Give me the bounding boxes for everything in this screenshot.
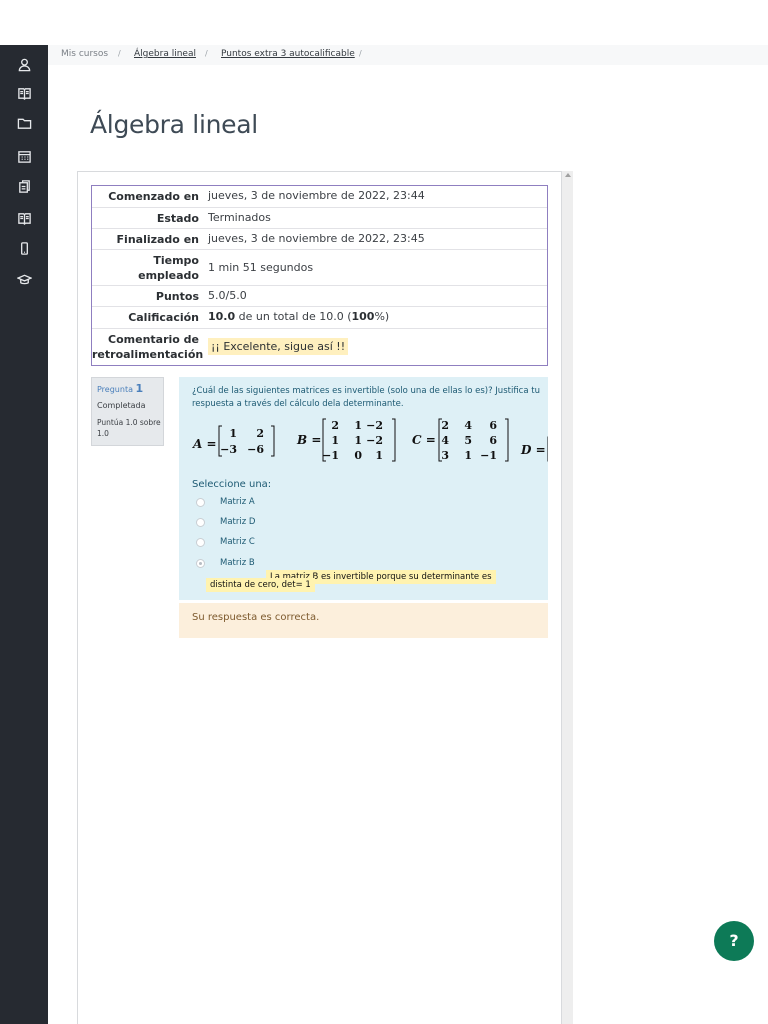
matrix-entry: 1 — [229, 427, 237, 440]
summary-value: jueves, 3 de noviembre de 2022, 23:45 — [208, 232, 425, 245]
matrix-entry: 4 — [441, 434, 449, 447]
matrix-entry: 2 — [256, 427, 264, 440]
option-label[interactable]: Matriz C — [220, 537, 255, 547]
matrix-entry: 1 — [375, 449, 383, 462]
matrix-entry: 1 — [331, 434, 339, 447]
summary-row-started: Comenzado en jueves, 3 de noviembre de 2… — [92, 186, 547, 208]
breadcrumb-item-mis-cursos[interactable]: Mis cursos — [61, 49, 108, 59]
top-navbar — [0, 0, 768, 45]
matrix-entry: 1 — [354, 419, 362, 432]
matrix-a-label: A = — [192, 437, 217, 451]
question-feedback: Su respuesta es correcta. — [179, 603, 548, 638]
summary-value: 1 min 51 segundos — [208, 261, 314, 274]
book-icon[interactable] — [12, 82, 36, 104]
matrix-entry: 1 — [464, 449, 472, 462]
option-label[interactable]: Matriz A — [220, 497, 255, 507]
summary-label: Calificación — [128, 311, 199, 324]
option-feedback-line: distinta de cero, det= 1 — [206, 578, 315, 592]
matrix-entry: −2 — [366, 434, 383, 447]
summary-label: Tiempo empleado — [138, 254, 199, 282]
summary-value: 5.0/5.0 — [208, 289, 247, 302]
breadcrumb-item-quiz[interactable]: Puntos extra 3 autocalificable — [221, 49, 355, 59]
summary-label: Comenzado en — [108, 190, 199, 203]
user-icon[interactable] — [12, 53, 36, 75]
matrix-entry: 4 — [464, 419, 472, 432]
matrix-c-label: C = — [412, 433, 436, 447]
grade-percent: 100 — [351, 310, 375, 323]
summary-row-grade: Calificación 10.0 de un total de 10.0 (1… — [92, 307, 547, 329]
question-score: Puntúa 1.0 sobre 1.0 — [97, 418, 161, 438]
summary-row-time: Tiempo empleado 1 min 51 segundos — [92, 250, 547, 286]
feedback-badge: ¡¡ Excelente, sigue así !! — [208, 338, 349, 355]
grade-text: de un total de 10.0 ( — [235, 310, 352, 323]
grade-value: 10.0 — [208, 310, 236, 323]
summary-row-points: Puntos 5.0/5.0 — [92, 286, 547, 307]
matrix-entry: −1 — [480, 449, 497, 462]
matrix-entry: 1 — [354, 434, 362, 447]
option-feedback-2: distinta de cero, det= 1 — [206, 572, 315, 592]
matrix-entry: −2 — [366, 419, 383, 432]
folder-icon[interactable] — [12, 112, 36, 134]
option-label[interactable]: Matriz B — [220, 558, 255, 568]
files-icon[interactable] — [12, 175, 36, 197]
grade-text: %) — [374, 310, 390, 323]
question-label: Pregunta — [97, 385, 133, 394]
matrices-figure: A = 1 2−3 −6 B = 2 1 −21 1 −2−1 0 1 C = 2 4 64 5 63 1… — [192, 418, 548, 462]
breadcrumb-separator: / — [118, 49, 121, 58]
matrix-entry: 6 — [489, 419, 497, 432]
question-state: Completada — [97, 401, 146, 410]
radio-button-checked[interactable] — [196, 559, 205, 568]
matrix-entry: 6 — [489, 434, 497, 447]
answer-prompt: Seleccione una: — [192, 479, 272, 490]
scrollbar[interactable] — [562, 171, 573, 1024]
matrix-entry: −3 — [220, 443, 237, 456]
scroll-up-arrow-icon[interactable] — [565, 173, 571, 177]
help-button[interactable]: ? — [714, 921, 754, 961]
feedback-text: Su respuesta es correcta. — [192, 612, 320, 623]
matrix-entry: 2 — [441, 419, 449, 432]
summary-value: ¡¡ Excelente, sigue así !! — [208, 338, 349, 355]
summary-row-feedback: Comentario de retroalimentación ¡¡ Excel… — [92, 329, 547, 365]
question-number-value: 1 — [135, 382, 144, 395]
summary-row-finished: Finalizado en jueves, 3 de noviembre de … — [92, 229, 547, 250]
breadcrumb-separator: / — [359, 49, 362, 58]
summary-value: Terminados — [208, 211, 271, 224]
sidebar — [0, 45, 48, 1024]
matrix-b-label: B = — [296, 433, 321, 447]
option-matriz-c[interactable]: Matriz C — [196, 536, 536, 550]
matrix-entry: −1 — [322, 449, 339, 462]
summary-label: Puntos — [155, 290, 199, 303]
summary-value: jueves, 3 de noviembre de 2022, 23:44 — [208, 189, 425, 202]
matrix-entry: 0 — [354, 449, 362, 462]
matrix-entry: 5 — [464, 434, 472, 447]
radio-button[interactable] — [196, 538, 205, 547]
question-info: Pregunta 1 Completada Puntúa 1.0 sobre 1… — [91, 377, 164, 446]
graduation-cap-icon[interactable] — [12, 268, 36, 290]
question-number: Pregunta 1 — [97, 382, 143, 395]
matrix-entry: −6 — [247, 443, 264, 456]
option-matriz-d[interactable]: Matriz D — [196, 516, 536, 530]
radio-button[interactable] — [196, 498, 205, 507]
summary-value: 10.0 de un total de 10.0 (100%) — [208, 310, 389, 323]
breadcrumb-separator: / — [205, 49, 208, 58]
calendar-icon[interactable] — [12, 145, 36, 167]
option-label[interactable]: Matriz D — [220, 517, 255, 527]
summary-label: Estado — [156, 212, 199, 225]
mobile-icon[interactable] — [12, 237, 36, 259]
page-title: Álgebra lineal — [90, 110, 258, 139]
question-text: ¿Cuál de las siguientes matrices es inve… — [192, 386, 540, 409]
summary-label: Comentario de retroalimentación — [92, 333, 204, 361]
book-icon[interactable] — [12, 207, 36, 229]
breadcrumb-item-course[interactable]: Álgebra lineal — [134, 49, 196, 59]
attempt-summary-table: Comenzado en jueves, 3 de noviembre de 2… — [91, 185, 548, 366]
matrix-entry: 3 — [441, 449, 449, 462]
summary-label: Finalizado en — [116, 233, 199, 246]
matrix-d-label: D = — [520, 443, 546, 457]
breadcrumb: Mis cursos / Álgebra lineal / Puntos ext… — [48, 45, 768, 65]
matrix-entry: 2 — [331, 419, 339, 432]
option-matriz-a[interactable]: Matriz A — [196, 496, 536, 510]
radio-button[interactable] — [196, 518, 205, 527]
summary-row-state: Estado Terminados — [92, 208, 547, 229]
